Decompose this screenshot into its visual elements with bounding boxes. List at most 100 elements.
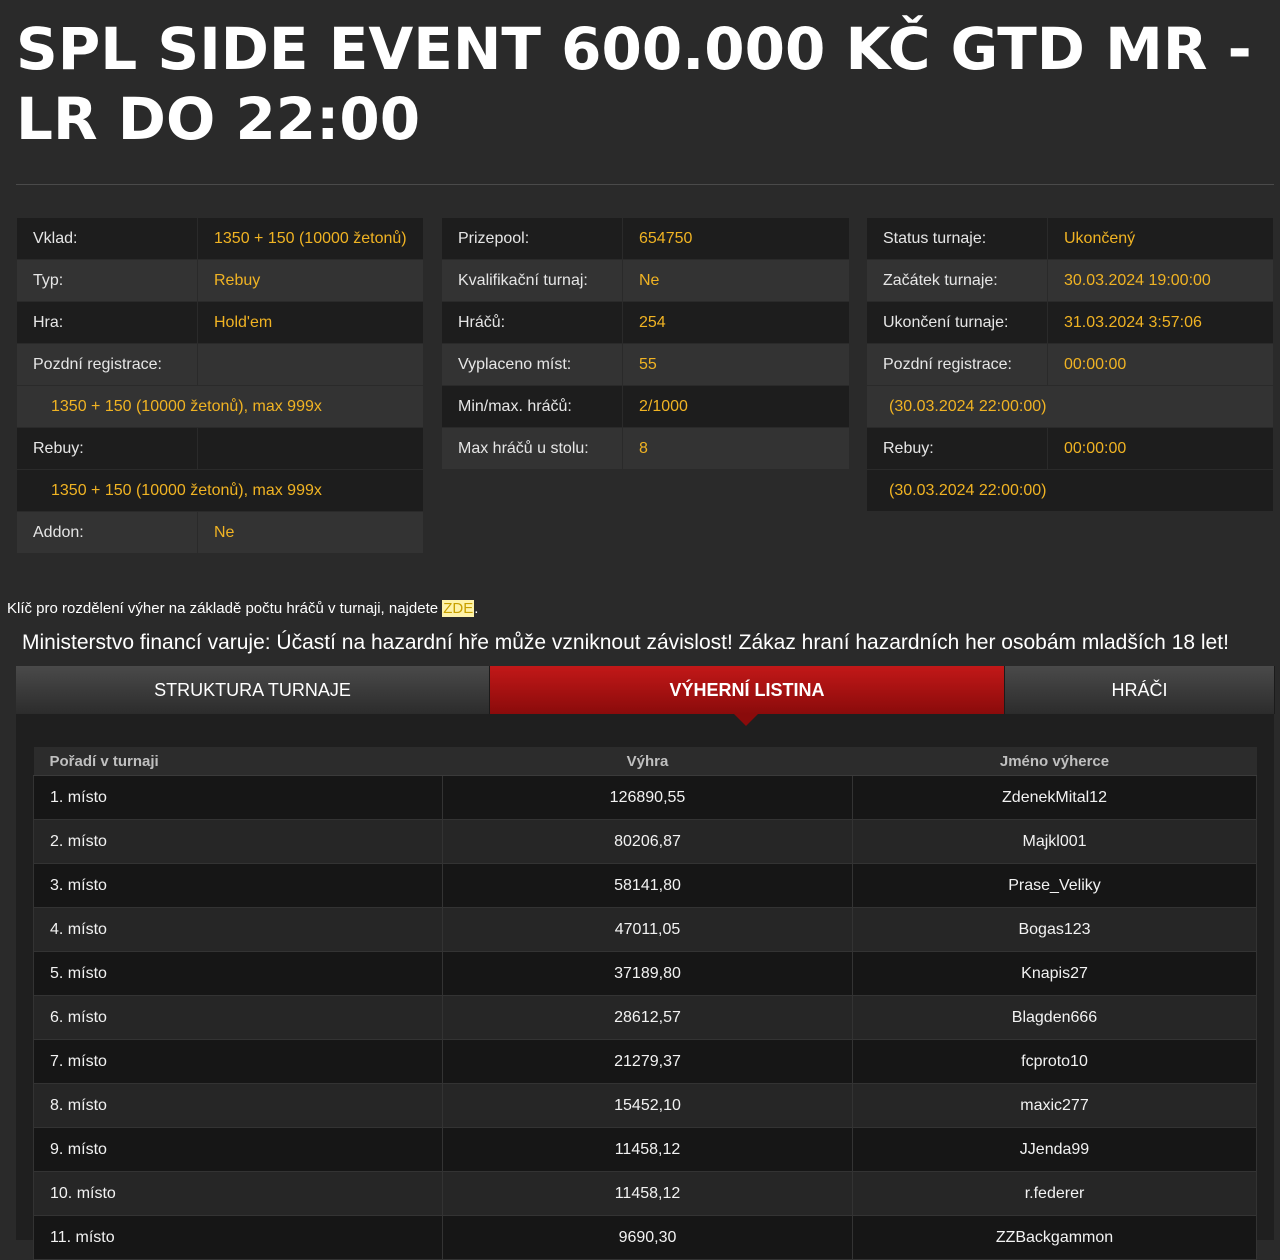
qualifier-label: Kvalifikační turnaj: <box>441 259 623 302</box>
rebuy-value: 1350 + 150 (10000 žetonů), max 999x <box>16 469 424 512</box>
players-value: 254 <box>622 301 850 344</box>
rank-cell: 1. místo <box>33 775 443 820</box>
winner-cell: Bogas123 <box>852 907 1257 952</box>
table-row: 1. místo 126890,55 ZdenekMital12 <box>33 775 1257 820</box>
winner-cell: Prase_Veliky <box>852 863 1257 908</box>
prize-cell: 21279,37 <box>442 1039 853 1084</box>
rebuy-date: (30.03.2024 22:00:00) <box>866 469 1274 512</box>
end-value: 31.03.2024 3:57:06 <box>1047 301 1274 344</box>
table-row: 9. místo 11458,12 JJenda99 <box>33 1127 1257 1172</box>
start-value: 30.03.2024 19:00:00 <box>1047 259 1274 302</box>
late-reg-label: Pozdní registrace: <box>16 343 198 386</box>
players-label: Hráčů: <box>441 301 623 344</box>
rank-cell: 3. místo <box>33 863 443 908</box>
status-value: Ukončený <box>1047 217 1274 260</box>
payout-rows: 1. místo 126890,55 ZdenekMital12 2. místo 80… <box>33 775 1257 1260</box>
prizepool-value: 654750 <box>622 217 850 260</box>
paid-places-label: Vyplaceno míst: <box>441 343 623 386</box>
tab-players[interactable]: HRÁČI <box>1005 666 1275 714</box>
tab-structure[interactable]: STRUKTURA TURNAJE <box>16 666 490 714</box>
prize-info-table: Prizepool: 654750 Kvalifikační turnaj: Ne … <box>441 217 850 470</box>
table-size-label: Max hráčů u stolu: <box>441 427 623 470</box>
tab-payouts[interactable]: VÝHERNÍ LISTINA <box>490 666 1005 714</box>
table-row: 2. místo 80206,87 Majkl001 <box>33 819 1257 864</box>
prize-cell: 80206,87 <box>442 819 853 864</box>
prize-cell: 11458,12 <box>442 1127 853 1172</box>
payout-table: Pořadí v turnaji Výhra Jméno výherce 1. … <box>33 747 1257 1260</box>
prizepool-label: Prizepool: <box>441 217 623 260</box>
rank-cell: 6. místo <box>33 995 443 1040</box>
rank-cell: 9. místo <box>33 1127 443 1172</box>
prize-cell: 126890,55 <box>442 775 853 820</box>
vklad-label: Vklad: <box>16 217 198 260</box>
table-row: 4. místo 47011,05 Bogas123 <box>33 907 1257 952</box>
rebuy-time: 00:00:00 <box>1047 427 1274 470</box>
hra-value: Hold'em <box>197 301 424 344</box>
prize-cell: 28612,57 <box>442 995 853 1040</box>
col-winner: Jméno výherce <box>852 747 1257 776</box>
vklad-value: 1350 + 150 (10000 žetonů) <box>197 217 424 260</box>
table-row: 8. místo 15452,10 maxic277 <box>33 1083 1257 1128</box>
rank-cell: 8. místo <box>33 1083 443 1128</box>
prize-cell: 58141,80 <box>442 863 853 908</box>
prize-cell: 15452,10 <box>442 1083 853 1128</box>
winner-cell: maxic277 <box>852 1083 1257 1128</box>
active-tab-pointer <box>734 714 758 726</box>
rank-cell: 5. místo <box>33 951 443 996</box>
table-size-value: 8 <box>622 427 850 470</box>
qualifier-value: Ne <box>622 259 850 302</box>
gambling-warning: Ministerstvo financí varuje: Účastí na h… <box>22 631 1229 654</box>
rebuy-label: Rebuy: <box>16 427 198 470</box>
paid-places-value: 55 <box>622 343 850 386</box>
col-rank: Pořadí v turnaji <box>33 747 443 776</box>
col-prize: Výhra <box>442 747 853 776</box>
page-title: SPL SIDE EVENT 600.000 KČ GTD MR - LR DO… <box>16 15 1252 153</box>
end-label: Ukončení turnaje: <box>866 301 1048 344</box>
addon-value: Ne <box>197 511 424 554</box>
payout-key-text: Klíč pro rozdělení výher na základě počt… <box>7 600 443 617</box>
table-row: 7. místo 21279,37 fcproto10 <box>33 1039 1257 1084</box>
minmax-label: Min/max. hráčů: <box>441 385 623 428</box>
winner-cell: Knapis27 <box>852 951 1257 996</box>
late-reg-time: 00:00:00 <box>1047 343 1274 386</box>
winner-cell: fcproto10 <box>852 1039 1257 1084</box>
title-divider <box>16 184 1274 185</box>
table-row: 11. místo 9690,30 ZZBackgammon <box>33 1215 1257 1260</box>
tab-bar: STRUKTURA TURNAJE VÝHERNÍ LISTINA HRÁČI <box>16 666 1275 714</box>
late-reg-label: Pozdní registrace: <box>866 343 1048 386</box>
late-reg-date: (30.03.2024 22:00:00) <box>866 385 1274 428</box>
rank-cell: 11. místo <box>33 1215 443 1260</box>
prize-cell: 37189,80 <box>442 951 853 996</box>
prize-cell: 11458,12 <box>442 1171 853 1216</box>
rank-cell: 4. místo <box>33 907 443 952</box>
typ-value: Rebuy <box>197 259 424 302</box>
winner-cell: ZZBackgammon <box>852 1215 1257 1260</box>
hra-label: Hra: <box>16 301 198 344</box>
winner-cell: r.federer <box>852 1171 1257 1216</box>
winner-cell: Majkl001 <box>852 819 1257 864</box>
minmax-value: 2/1000 <box>622 385 850 428</box>
table-row: 5. místo 37189,80 Knapis27 <box>33 951 1257 996</box>
rank-cell: 7. místo <box>33 1039 443 1084</box>
winner-cell: Blagden666 <box>852 995 1257 1040</box>
table-row: 6. místo 28612,57 Blagden666 <box>33 995 1257 1040</box>
rank-cell: 10. místo <box>33 1171 443 1216</box>
status-info-table: Status turnaje: Ukončený Začátek turnaje:… <box>866 217 1274 512</box>
payout-key-note: Klíč pro rozdělení výher na základě počt… <box>7 600 478 617</box>
rebuy-label: Rebuy: <box>866 427 1048 470</box>
status-label: Status turnaje: <box>866 217 1048 260</box>
prize-cell: 47011,05 <box>442 907 853 952</box>
addon-label: Addon: <box>16 511 198 554</box>
payout-key-end: . <box>474 600 479 617</box>
winner-cell: ZdenekMital12 <box>852 775 1257 820</box>
entry-info-table: Vklad: 1350 + 150 (10000 žetonů) Typ: Rebu… <box>16 217 424 554</box>
table-row: 10. místo 11458,12 r.federer <box>33 1171 1257 1216</box>
typ-label: Typ: <box>16 259 198 302</box>
table-row: 3. místo 58141,80 Prase_Veliky <box>33 863 1257 908</box>
payout-key-link[interactable]: ZDE <box>442 600 475 617</box>
prize-cell: 9690,30 <box>442 1215 853 1260</box>
start-label: Začátek turnaje: <box>866 259 1048 302</box>
rank-cell: 2. místo <box>33 819 443 864</box>
winner-cell: JJenda99 <box>852 1127 1257 1172</box>
late-reg-value: 1350 + 150 (10000 žetonů), max 999x <box>16 385 424 428</box>
